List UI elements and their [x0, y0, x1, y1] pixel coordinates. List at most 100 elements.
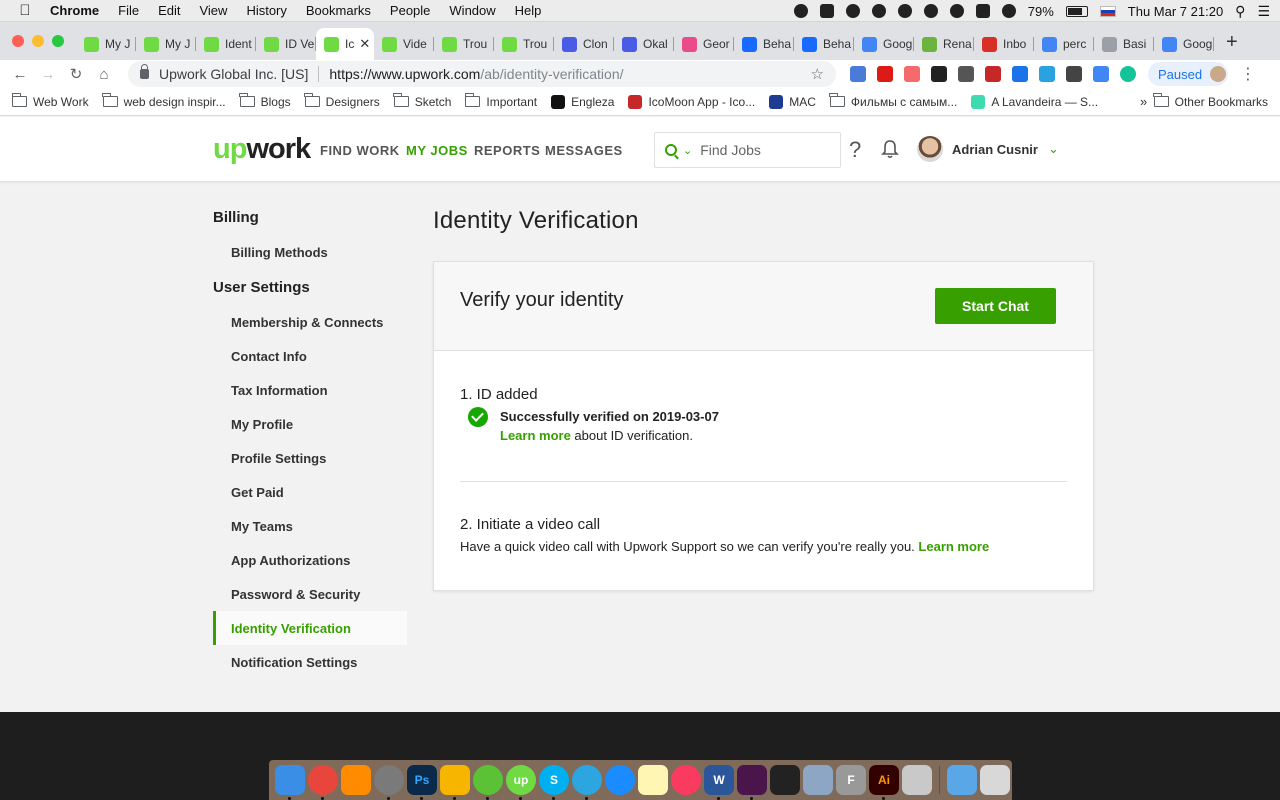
nav-reports[interactable]: REPORTS [474, 143, 540, 158]
input-source-flag-icon[interactable] [1099, 5, 1116, 17]
bookmark-item[interactable]: Sketch [393, 93, 451, 109]
battery-percent[interactable]: 79% [1028, 4, 1054, 19]
bookmark-star-icon[interactable]: ☆ [811, 65, 824, 83]
menu-file[interactable]: File [118, 3, 139, 18]
user-avatar[interactable] [917, 136, 943, 162]
tab[interactable]: Vide [374, 29, 434, 59]
menu-history[interactable]: History [246, 3, 286, 18]
sketch-icon[interactable] [440, 765, 470, 800]
sublime-text-icon[interactable] [341, 765, 371, 795]
downloads-folder-icon[interactable] [947, 765, 977, 795]
finder-icon[interactable] [275, 765, 305, 800]
sidebar-item-get-paid[interactable]: Get Paid [213, 475, 407, 509]
menubar-clock[interactable]: Thu Mar 7 21:20 [1128, 4, 1223, 19]
new-tab-icon[interactable]: + [1226, 31, 1238, 54]
skype-icon[interactable]: S [539, 765, 569, 800]
shield-icon[interactable] [958, 66, 974, 82]
music-icon[interactable] [671, 765, 701, 795]
battery-icon[interactable] [1065, 5, 1088, 17]
address-bar[interactable]: Upwork Global Inc. [US] https://www.upwo… [128, 61, 836, 87]
home-icon[interactable]: ⌂ [90, 66, 118, 83]
word-icon[interactable]: W [704, 765, 734, 800]
search-icon[interactable] [665, 144, 677, 156]
close-tab-icon[interactable]: ✕ [359, 36, 370, 52]
heart-icon[interactable] [923, 4, 938, 18]
tab[interactable]: Beha [734, 29, 794, 59]
mail-status-icon[interactable] [819, 4, 834, 18]
menu-people[interactable]: People [390, 3, 430, 18]
upwork-app-icon[interactable]: up [506, 765, 536, 800]
bookmark-item[interactable]: MAC [769, 94, 816, 109]
sidebar-item-contact-info[interactable]: Contact Info [213, 339, 407, 373]
tab[interactable]: Inbo [974, 29, 1034, 59]
sidebar-item-my-profile[interactable]: My Profile [213, 407, 407, 441]
tab-active[interactable]: Ic ✕ [316, 28, 374, 60]
menu-help[interactable]: Help [515, 3, 542, 18]
bookmark-item[interactable]: Фильмы с самым... [829, 93, 957, 109]
bookmark-item[interactable]: A Lavandeira — S... [971, 94, 1098, 109]
grammarly-icon[interactable] [1120, 66, 1136, 82]
translate-icon[interactable] [1093, 66, 1109, 82]
user-menu-chevron-icon[interactable]: ⌄ [1048, 141, 1059, 157]
extension-badge-icon[interactable] [985, 66, 1001, 82]
bookmark-item[interactable]: Web Work [11, 93, 89, 109]
bookmark-item[interactable]: Engleza [551, 94, 614, 109]
sidebar-item-password-security[interactable]: Password & Security [213, 577, 407, 611]
tab[interactable]: Goog [854, 29, 914, 59]
preview-icon[interactable] [803, 765, 833, 795]
tab[interactable]: My J [136, 29, 196, 59]
creative-cloud-icon[interactable] [845, 4, 860, 18]
font-book-icon[interactable]: F [836, 765, 866, 795]
browser-menu-icon[interactable]: ⋮ [1240, 64, 1256, 84]
nav-my-jobs[interactable]: MY JOBS [406, 143, 468, 158]
sidebar-item-identity-verification[interactable]: Identity Verification [213, 611, 407, 645]
notes-icon[interactable] [638, 765, 668, 795]
start-chat-button[interactable]: Start Chat [935, 288, 1056, 324]
sync-icon[interactable] [897, 4, 912, 18]
job-search[interactable]: ⌄ Find Jobs [654, 132, 841, 168]
sidebar-item-membership[interactable]: Membership & Connects [213, 305, 407, 339]
tab[interactable]: Geor [674, 29, 734, 59]
bookmark-item[interactable]: IcoMoon App - Ico... [628, 94, 755, 109]
grid-extension-icon[interactable] [1012, 66, 1028, 82]
bookmark-item[interactable]: Designers [304, 93, 380, 109]
sidebar-item-my-teams[interactable]: My Teams [213, 509, 407, 543]
tab[interactable]: Rena [914, 29, 974, 59]
chrome-icon[interactable] [308, 765, 338, 800]
menu-window[interactable]: Window [449, 3, 495, 18]
help-icon[interactable]: ? [849, 137, 861, 163]
sidebar-item-profile-settings[interactable]: Profile Settings [213, 441, 407, 475]
sidebar-item-app-authorizations[interactable]: App Authorizations [213, 543, 407, 577]
photoshop-icon[interactable]: Ps [407, 765, 437, 800]
bookmark-item[interactable]: web design inspir... [102, 93, 226, 109]
bookmark-item[interactable]: Blogs [239, 93, 291, 109]
trash-icon[interactable] [980, 765, 1010, 795]
tab[interactable]: My J [76, 29, 136, 59]
apple-icon[interactable]:  [18, 2, 32, 19]
time-machine-icon[interactable] [949, 4, 964, 18]
search-input[interactable]: Find Jobs [700, 142, 761, 158]
close-window-icon[interactable] [12, 35, 24, 47]
menu-edit[interactable]: Edit [158, 3, 180, 18]
tab[interactable]: perc [1034, 29, 1094, 59]
extension-9-icon[interactable] [1066, 66, 1082, 82]
tab[interactable]: Ident [196, 29, 256, 59]
tab[interactable]: Trou [434, 29, 494, 59]
text-edit-icon[interactable] [902, 765, 932, 795]
menu-chrome[interactable]: Chrome [50, 3, 99, 18]
activity-monitor-icon[interactable] [770, 765, 800, 795]
tab[interactable]: Trou [494, 29, 554, 59]
tab[interactable]: Goog [1154, 29, 1214, 59]
extension-3-icon[interactable] [904, 66, 920, 82]
angular-extension-icon[interactable] [877, 66, 893, 82]
upwork-logo[interactable]: upwork [213, 133, 311, 166]
tab[interactable]: Clon [554, 29, 614, 59]
extension-1-icon[interactable] [850, 66, 866, 82]
bookmarks-overflow-chevron-icon[interactable]: » [1140, 94, 1147, 109]
skype-status-icon[interactable] [793, 4, 808, 18]
telegram-icon[interactable] [572, 765, 602, 800]
app-store-icon[interactable] [605, 765, 635, 795]
learn-more-link[interactable]: Learn more [500, 428, 571, 443]
tab[interactable]: Okal [614, 29, 674, 59]
bell-icon[interactable] [881, 139, 899, 159]
